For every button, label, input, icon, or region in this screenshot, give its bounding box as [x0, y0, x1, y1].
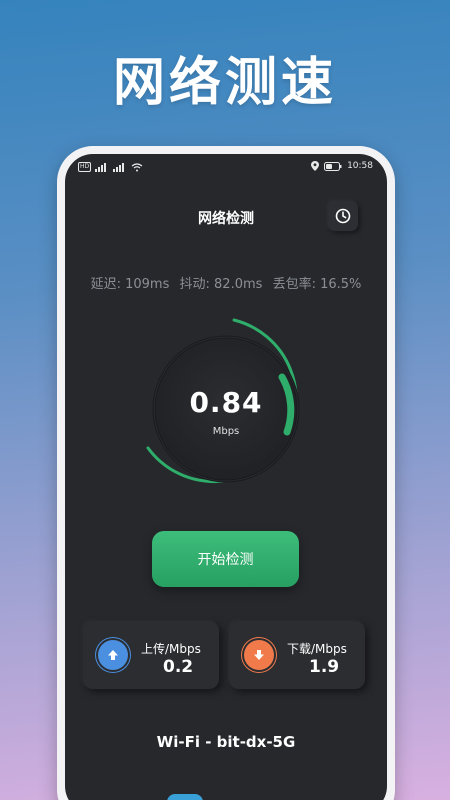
hd-badge: HD — [78, 162, 92, 172]
status-right: 10:58 — [311, 161, 373, 171]
promo-title: 网络测速 — [112, 53, 337, 113]
packet-loss-text: 丢包率: 16.5% — [272, 277, 362, 292]
upload-card: 上传/Mbps 0.2 — [83, 621, 219, 689]
download-card: 下载/Mbps 1.9 — [229, 621, 365, 689]
download-arrow-icon — [254, 650, 264, 660]
battery-icon — [324, 161, 342, 171]
latency-text: 延迟: 109ms — [90, 277, 170, 292]
history-button[interactable] — [328, 201, 358, 231]
status-bar: HD 10:58 — [65, 154, 387, 182]
app-screen: HD 10:58 网络检测 延迟: 109ms 抖动: 82.0ms 丢包率: … — [65, 154, 387, 800]
speed-value: 0.84 — [189, 386, 263, 419]
network-stats: 延迟: 109ms 抖动: 82.0ms 丢包率: 16.5% — [65, 273, 387, 292]
location-icon — [311, 161, 320, 171]
clock-icon — [335, 208, 351, 224]
upload-value: 0.2 — [163, 657, 194, 677]
signal-icon — [95, 162, 107, 172]
status-time: 10:58 — [347, 161, 373, 171]
network-name: Wi-Fi - bit-dx-5G — [156, 733, 296, 751]
upload-label: 上传/Mbps — [141, 642, 201, 656]
wifi-icon — [131, 162, 143, 171]
upload-icon-wrap — [98, 640, 128, 670]
status-left: HD — [78, 162, 143, 172]
jitter-text: 抖动: 82.0ms — [179, 277, 263, 292]
signal-icon — [113, 162, 125, 172]
download-value: 1.9 — [309, 657, 340, 677]
speed-unit: Mbps — [212, 426, 240, 437]
upload-arrow-icon — [108, 650, 118, 660]
bottom-tab-item[interactable] — [167, 794, 203, 800]
download-icon-wrap — [244, 640, 274, 670]
download-label: 下载/Mbps — [287, 642, 347, 656]
start-test-button[interactable]: 开始检测 — [152, 531, 299, 587]
